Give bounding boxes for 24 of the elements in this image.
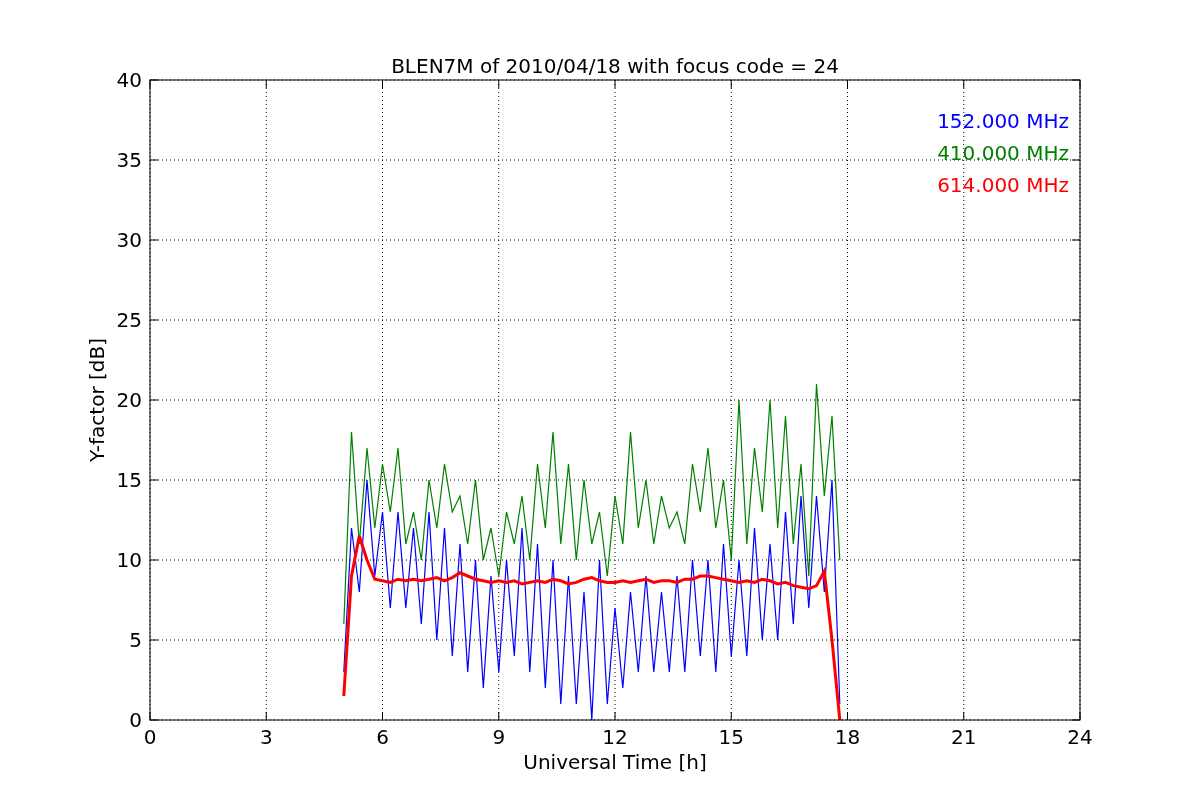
x-tick-label: 3 <box>259 725 273 749</box>
x-tick-label: 12 <box>602 725 628 749</box>
y-tick-label: 20 <box>116 388 142 412</box>
y-tick-label: 10 <box>116 548 142 572</box>
x-tick-label: 24 <box>1067 725 1093 749</box>
legend-label: 152.000 MHz <box>937 109 1069 133</box>
x-tick-label: 9 <box>492 725 506 749</box>
y-tick-label: 0 <box>129 708 142 732</box>
legend-label: 410.000 MHz <box>937 141 1069 165</box>
x-tick-label: 15 <box>718 725 744 749</box>
x-tick-label: 18 <box>834 725 861 749</box>
y-tick-label: 25 <box>116 308 142 332</box>
y-tick-label: 5 <box>129 628 142 652</box>
chart-title: BLEN7M of 2010/04/18 with focus code = 24 <box>391 54 839 78</box>
x-tick-label: 21 <box>951 725 977 749</box>
x-tick-label: 6 <box>376 725 389 749</box>
x-axis-label: Universal Time [h] <box>523 750 707 774</box>
y-tick-label: 40 <box>116 68 142 92</box>
y-tick-label: 15 <box>116 468 142 492</box>
y-axis-label: Y-factor [dB] <box>85 338 109 462</box>
y-tick-label: 30 <box>116 228 142 252</box>
legend-label: 614.000 MHz <box>937 173 1069 197</box>
y-tick-label: 35 <box>116 148 142 172</box>
x-tick-label: 0 <box>143 725 157 749</box>
